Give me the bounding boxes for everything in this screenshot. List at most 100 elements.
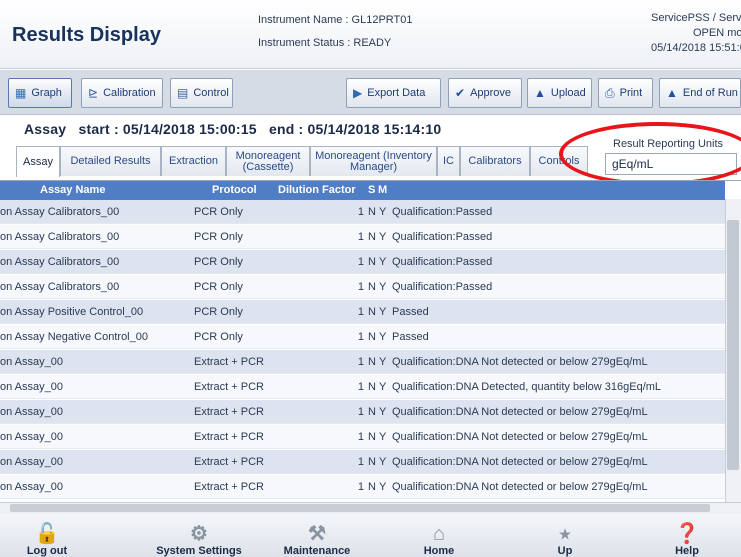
table-row[interactable]: on Assay_00 Extract + PCR 1 N Y Qualification… xyxy=(0,350,725,374)
approve-button[interactable]: ✔ Approve xyxy=(448,78,522,108)
end-of-run-icon: ▲ xyxy=(666,86,678,100)
tab-calibrators[interactable]: Calibrators xyxy=(460,146,530,176)
cell-result: Qualification:Passed xyxy=(392,256,493,268)
maintenance-button[interactable]: ⚒ Maintenance xyxy=(272,514,362,557)
end-of-run-button[interactable]: ▲ End of Run xyxy=(659,78,741,108)
tab-detailed-results[interactable]: Detailed Results xyxy=(60,146,161,176)
cell-assay-name: on Assay_00 xyxy=(0,431,63,443)
cell-m: Y xyxy=(379,281,387,293)
tab-monoreagent-cassette[interactable]: Monoreagent (Cassette) xyxy=(226,146,310,176)
tab-monoreagent-inventory[interactable]: Monoreagent (Inventory Manager) xyxy=(310,146,437,176)
approve-icon: ✔ xyxy=(455,86,466,100)
table-row[interactable]: on Assay Calibrators_00 PCR Only 1 N Y Qualif… xyxy=(0,250,725,274)
up-button[interactable]: ⭑ Up xyxy=(540,514,590,557)
logout-button[interactable]: 🔓 Log out xyxy=(22,514,72,557)
table-row[interactable]: on Assay_00 Extract + PCR 1 N Y Qualification… xyxy=(0,400,725,424)
cell-assay-name: on Assay Calibrators_00 xyxy=(0,231,120,243)
table-row[interactable]: on Assay Negative Control_00 PCR Only 1 N Y P… xyxy=(0,325,725,349)
cell-s: N xyxy=(368,406,376,418)
cell-result: Qualification:DNA Detected, quantity bel… xyxy=(392,381,662,393)
system-settings-button[interactable]: ⚙ System Settings xyxy=(140,514,258,557)
table-header: Assay Name Protocol Dilution Factor S M xyxy=(0,181,725,200)
horizontal-scroll-thumb[interactable] xyxy=(10,504,710,512)
cell-s: N xyxy=(368,381,376,393)
cell-dilution: 1 xyxy=(357,406,364,418)
mode-info: OPEN mod xyxy=(693,27,741,39)
calibration-button[interactable]: ⊵ Calibration xyxy=(81,78,163,108)
table-row[interactable]: on Assay_00 Extract + PCR 1 N Y Qualification… xyxy=(0,450,725,474)
bottom-navigation: 🔓 Log out ⚙ System Settings ⚒ Maintenanc… xyxy=(0,514,741,557)
home-button[interactable]: ⌂ Home xyxy=(414,514,464,557)
tab-ic[interactable]: IC xyxy=(437,146,460,176)
cell-m: Y xyxy=(379,381,387,393)
cell-s: N xyxy=(368,331,376,343)
cell-dilution: 1 xyxy=(357,306,364,318)
help-button[interactable]: ❓ Help xyxy=(662,514,712,557)
cell-dilution: 1 xyxy=(357,456,364,468)
col-m[interactable]: M xyxy=(378,184,387,196)
cell-result: Qualification:Passed xyxy=(392,231,493,243)
cell-s: N xyxy=(368,306,376,318)
cell-assay-name: on Assay_00 xyxy=(0,456,63,468)
cell-dilution: 1 xyxy=(357,206,364,218)
cell-result: Qualification:DNA Not detected or below … xyxy=(392,406,648,418)
table-body: on Assay Calibrators_00 PCR Only 1 N Y Qualif… xyxy=(0,200,725,503)
cell-m: Y xyxy=(379,256,387,268)
export-icon: ▶ xyxy=(353,86,363,100)
cell-s: N xyxy=(368,281,376,293)
cell-s: N xyxy=(368,456,376,468)
print-button[interactable]: ⎙ Print xyxy=(598,78,653,108)
col-assay-name[interactable]: Assay Name xyxy=(40,184,105,196)
col-s[interactable]: S xyxy=(368,184,375,196)
cell-dilution: 1 xyxy=(357,331,364,343)
cell-s: N xyxy=(368,231,376,243)
cell-protocol: PCR Only xyxy=(194,231,243,243)
datetime: 05/14/2018 15:51:0 xyxy=(651,42,741,54)
control-icon: ▤ xyxy=(177,86,189,100)
table-row[interactable]: on Assay Calibrators_00 PCR Only 1 N Y Qualif… xyxy=(0,225,725,249)
export-data-button[interactable]: ▶ Export Data xyxy=(346,78,441,108)
cell-dilution: 1 xyxy=(357,356,364,368)
cell-assay-name: on Assay Negative Control_00 xyxy=(0,331,148,343)
assay-time-range: Assay start : 05/14/2018 15:00:15 end : … xyxy=(24,121,442,137)
col-protocol[interactable]: Protocol xyxy=(212,184,257,196)
tab-assay[interactable]: Assay xyxy=(16,146,60,177)
cell-result: Qualification:Passed xyxy=(392,281,493,293)
graph-button[interactable]: ▦ Graph xyxy=(8,78,72,108)
cell-s: N xyxy=(368,481,376,493)
vertical-scroll-thumb[interactable] xyxy=(727,220,739,470)
cell-dilution: 1 xyxy=(357,281,364,293)
cell-result: Qualification:DNA Not detected or below … xyxy=(392,456,648,468)
table-row[interactable]: on Assay Calibrators_00 PCR Only 1 N Y Qualif… xyxy=(0,200,725,224)
cell-m: Y xyxy=(379,406,387,418)
table-row[interactable]: on Assay_00 Extract + PCR 1 N Y Qualification… xyxy=(0,425,725,449)
cell-assay-name: on Assay Calibrators_00 xyxy=(0,256,120,268)
cell-m: Y xyxy=(379,331,387,343)
control-button[interactable]: ▤ Control xyxy=(170,78,233,108)
cell-protocol: PCR Only xyxy=(194,331,243,343)
cell-result: Qualification:DNA Not detected or below … xyxy=(392,481,648,493)
table-row[interactable]: on Assay_00 Extract + PCR 1 N Y Qualification… xyxy=(0,375,725,399)
cell-assay-name: on Assay Calibrators_00 xyxy=(0,281,120,293)
table-row[interactable]: on Assay_00 Extract + PCR 1 N Y Qualification… xyxy=(0,475,725,499)
up-icon: ⭑ xyxy=(559,523,571,545)
cell-dilution: 1 xyxy=(357,231,364,243)
upload-button[interactable]: ▲ Upload xyxy=(527,78,592,108)
results-table: Assay Name Protocol Dilution Factor S M … xyxy=(0,180,741,503)
cell-dilution: 1 xyxy=(357,381,364,393)
col-dilution-factor[interactable]: Dilution Factor xyxy=(278,184,356,196)
table-row[interactable]: on Assay Calibrators_00 PCR Only 1 N Y Qualif… xyxy=(0,275,725,299)
cell-s: N xyxy=(368,206,376,218)
cell-dilution: 1 xyxy=(357,431,364,443)
cell-m: Y xyxy=(379,456,387,468)
help-icon: ❓ xyxy=(674,523,700,545)
cell-result: Qualification:DNA Not detected or below … xyxy=(392,356,648,368)
cell-result: Qualification:Passed xyxy=(392,206,493,218)
cell-s: N xyxy=(368,356,376,368)
cell-protocol: Extract + PCR xyxy=(194,406,264,418)
cell-m: Y xyxy=(379,481,387,493)
cell-m: Y xyxy=(379,356,387,368)
table-row[interactable]: on Assay Positive Control_00 PCR Only 1 N Y P… xyxy=(0,300,725,324)
cell-protocol: Extract + PCR xyxy=(194,456,264,468)
tab-extraction[interactable]: Extraction xyxy=(161,146,226,176)
